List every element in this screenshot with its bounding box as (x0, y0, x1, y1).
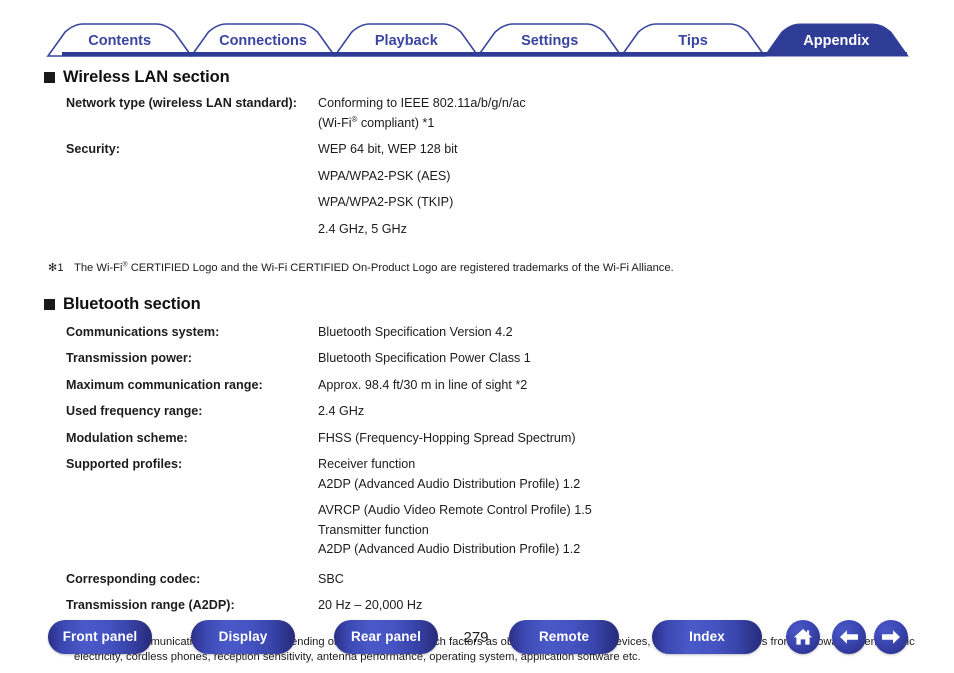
spec-value: Receiver function A2DP (Advanced Audio D… (318, 457, 581, 491)
section-heading-bluetooth: Bluetooth section (44, 295, 954, 314)
rear-panel-button[interactable]: Rear panel (334, 620, 438, 654)
spec-key: Supported profiles: (66, 457, 183, 471)
tab-underline (62, 52, 907, 56)
section-bluetooth: Bluetooth section Communications system:… (0, 295, 954, 666)
spec-value: 2.4 GHz (318, 404, 365, 418)
back-button[interactable] (832, 620, 866, 654)
spec-key (66, 213, 318, 240)
tab-label-tips: Tips (678, 33, 708, 49)
front-panel-button[interactable]: Front panel (48, 620, 152, 654)
table-row: Transmission power: Bluetooth Specificat… (66, 342, 592, 369)
spec-value: AVRCP (Audio Video Remote Control Profil… (318, 503, 592, 556)
table-row: Network type (wireless LAN standard): Co… (66, 94, 526, 133)
home-icon (793, 629, 813, 645)
content-area: Wireless LAN section Network type (wirel… (0, 60, 954, 666)
footnote-text: The Wi-Fi® CERTIFIED Logo and the Wi-Fi … (74, 261, 674, 274)
spec-value: FHSS (Frequency-Hopping Spread Spectrum) (318, 430, 576, 445)
spec-value: SBC (318, 571, 344, 586)
spec-key: Modulation scheme: (66, 430, 188, 445)
arrow-left-icon (840, 630, 858, 644)
table-row: Supported profiles: Receiver function A2… (66, 448, 592, 494)
index-label: Index (689, 629, 725, 644)
spec-key: Security: (66, 142, 120, 156)
table-row: Modulation scheme: FHSS (Frequency-Hoppi… (66, 422, 592, 449)
spec-value: WPA/WPA2-PSK (AES) (318, 168, 451, 183)
table-row: Maximum communication range: Approx. 98.… (66, 369, 592, 396)
spec-key: Transmission power: (66, 351, 192, 365)
front-panel-label: Front panel (62, 629, 138, 644)
footer-nav: Front panel Display Rear panel 279 Remot… (0, 615, 954, 659)
table-row: Used frequency range: 2.4 GHz (66, 395, 592, 422)
tab-label-connections: Connections (219, 33, 307, 49)
spec-key: Communications system: (66, 324, 220, 339)
spec-key: Network type (wireless LAN standard): (66, 96, 297, 110)
spec-key (66, 160, 318, 187)
display-label: Display (218, 629, 268, 644)
table-row: WPA/WPA2-PSK (TKIP) (66, 186, 526, 213)
tab-label-appendix: Appendix (803, 33, 869, 49)
remote-label: Remote (538, 629, 590, 644)
tab-label-playback: Playback (375, 33, 439, 49)
home-icon-button[interactable] (786, 620, 820, 654)
remote-button[interactable]: Remote (509, 620, 619, 654)
table-row: Communications system: Bluetooth Specifi… (66, 323, 592, 343)
spec-value: Conforming to IEEE 802.11a/b/g/n/ac (Wi-F… (318, 96, 526, 130)
footnote-1: ✻1 The Wi-Fi® CERTIFIED Logo and the Wi-… (48, 261, 954, 277)
table-row: Corresponding codec: SBC (66, 560, 592, 590)
page-number: 279 (463, 628, 489, 646)
display-button[interactable]: Display (191, 620, 295, 654)
index-button[interactable]: Index (652, 620, 762, 654)
table-row: WPA/WPA2-PSK (AES) (66, 160, 526, 187)
spec-key: Transmission range (A2DP): (66, 598, 235, 612)
spec-key (66, 494, 318, 560)
arrow-right-icon (882, 630, 900, 644)
spec-value: Bluetooth Specification Power Class 1 (318, 351, 531, 365)
spec-value: Approx. 98.4 ft/30 m in line of sight *2 (318, 377, 528, 392)
spec-key (66, 186, 318, 213)
table-row: Security: WEP 64 bit, WEP 128 bit (66, 133, 526, 160)
spec-value: Bluetooth Specification Version 4.2 (318, 324, 513, 339)
table-row: AVRCP (Audio Video Remote Control Profil… (66, 494, 592, 560)
spec-key: Corresponding codec: (66, 571, 201, 586)
spec-value: 20 Hz – 20,000 Hz (318, 598, 423, 612)
table-row: 2.4 GHz, 5 GHz (66, 213, 526, 240)
section-heading-wireless-lan: Wireless LAN section (44, 68, 954, 87)
rear-panel-label: Rear panel (350, 629, 422, 644)
spec-value: WEP 64 bit, WEP 128 bit (318, 142, 458, 156)
tab-label-contents: Contents (88, 33, 151, 49)
forward-button[interactable] (874, 620, 908, 654)
tab-label-settings: Settings (521, 33, 578, 49)
square-bullet-icon (44, 72, 55, 83)
spec-value: 2.4 GHz, 5 GHz (318, 221, 407, 236)
table-row: Transmission range (A2DP): 20 Hz – 20,00… (66, 589, 592, 616)
section-title-text: Wireless LAN section (63, 68, 230, 86)
footnote-mark: ✻1 (48, 262, 64, 274)
spec-key: Used frequency range: (66, 404, 203, 418)
spec-table-wireless-lan: Network type (wireless LAN standard): Co… (66, 94, 526, 239)
section-title-text: Bluetooth section (63, 294, 201, 313)
spec-value: WPA/WPA2-PSK (TKIP) (318, 195, 454, 209)
section-wireless-lan: Wireless LAN section Network type (wirel… (0, 68, 954, 277)
tab-bar: Contents Connections Playback Settings Tips A… (0, 0, 954, 60)
spec-table-bluetooth: Communications system: Bluetooth Specifi… (66, 323, 592, 616)
square-bullet-icon (44, 298, 55, 310)
spec-key: Maximum communication range: (66, 377, 263, 392)
